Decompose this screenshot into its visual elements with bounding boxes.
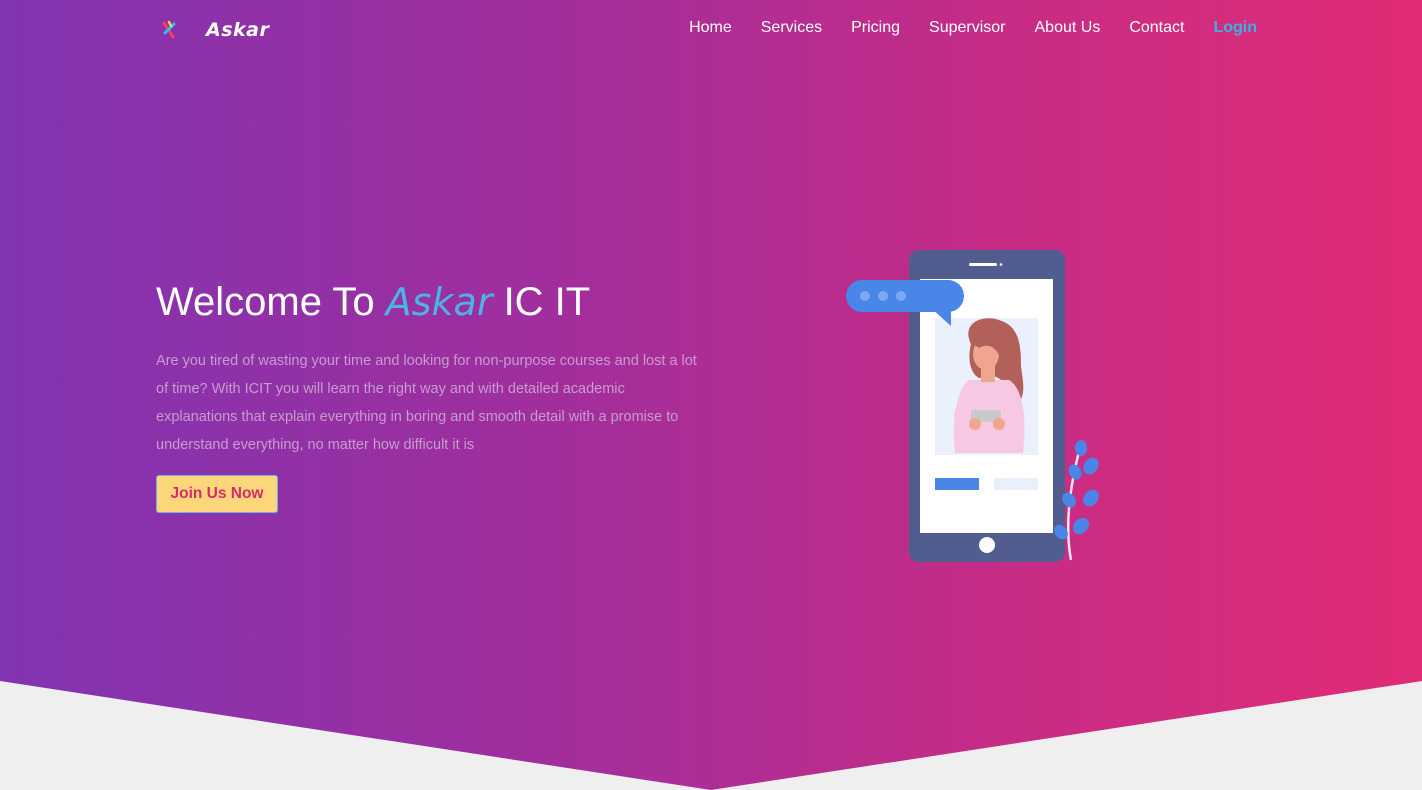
woman-with-phone-illustration	[846, 250, 1099, 562]
page: Askar Home Services Pricing Supervisor A…	[0, 0, 1422, 790]
nav-services[interactable]: Services	[761, 19, 822, 37]
nav-links: Home Services Pricing Supervisor About U…	[660, 19, 1257, 37]
hero-title: Welcome To Askar IC IT	[156, 280, 590, 325]
navbar: Askar Home Services Pricing Supervisor A…	[0, 0, 1422, 60]
nav-pricing[interactable]: Pricing	[851, 19, 900, 37]
askar-logo-icon	[162, 20, 176, 39]
hero-title-accent: Askar	[385, 280, 493, 324]
hero-title-prefix: Welcome To	[156, 280, 386, 324]
hero-description: Are you tired of wasting your time and l…	[156, 353, 697, 453]
brand[interactable]: Askar	[158, 14, 269, 46]
brand-name: Askar	[206, 19, 270, 41]
join-us-button[interactable]: Join Us Now	[156, 475, 278, 513]
nav-login[interactable]: Login	[1213, 19, 1257, 37]
nav-supervisor[interactable]: Supervisor	[929, 19, 1005, 37]
hero-title-suffix: IC IT	[492, 280, 591, 324]
nav-home[interactable]: Home	[689, 19, 732, 37]
hero-section: Askar Home Services Pricing Supervisor A…	[0, 0, 1422, 790]
nav-about-us[interactable]: About Us	[1035, 19, 1101, 37]
nav-contact[interactable]: Contact	[1129, 19, 1184, 37]
